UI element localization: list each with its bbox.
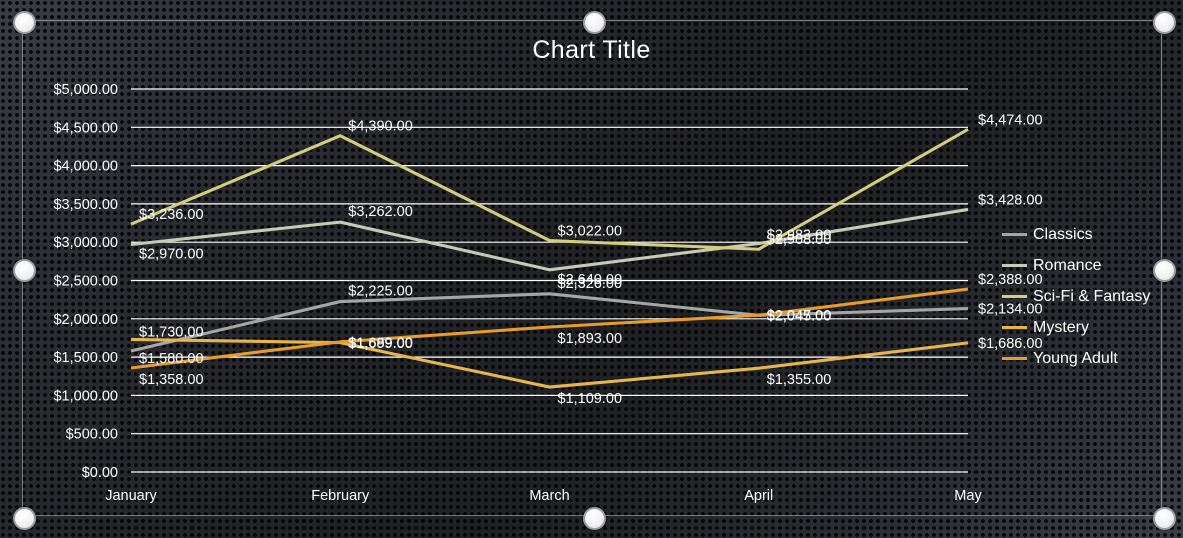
legend-swatch-icon (1002, 326, 1027, 329)
handle-middle-left[interactable] (12, 258, 36, 282)
legend-item-romance[interactable]: Romance (1002, 250, 1174, 281)
handle-bottom-right[interactable] (1152, 506, 1176, 530)
chart-object[interactable]: Chart Title $5,000.00 $4,500.00 $4,000.00 $… (0, 0, 1183, 538)
data-label: $2,970.00 (139, 246, 204, 262)
gridlines-group (131, 88, 968, 473)
data-label: $3,022.00 (558, 224, 623, 240)
data-labels-group: $1,580.00$2,225.00 $2,326.00$2,045.00 $2,1… (139, 112, 1043, 407)
data-label: $3,262.00 (348, 204, 413, 220)
y-axis-tick-label: $2,500.00 (53, 274, 118, 290)
handle-top-center[interactable] (582, 10, 606, 34)
x-axis-tick-labels: January February March April May (105, 488, 982, 504)
legend-item-label: Romance (1033, 256, 1102, 274)
plot-area-wrapper: Chart Title $5,000.00 $4,500.00 $4,000.00 $… (0, 0, 1183, 538)
handle-bottom-left[interactable] (12, 506, 36, 530)
x-axis-tick-label: February (311, 488, 370, 504)
data-label: $2,908.00 (767, 232, 832, 248)
data-label: $2,640.00 (558, 272, 623, 288)
x-axis-tick-label: April (744, 488, 773, 504)
data-label: $2,047.00 (767, 308, 832, 324)
data-label: $1,109.00 (558, 391, 623, 407)
handle-middle-right[interactable] (1152, 258, 1176, 282)
y-axis-tick-label: $4,000.00 (53, 159, 118, 175)
y-axis-tick-label: $3,000.00 (53, 235, 118, 251)
data-label: $3,236.00 (139, 207, 204, 223)
data-label: $1,730.00 (139, 324, 204, 340)
data-label: $1,355.00 (767, 372, 832, 388)
y-axis-tick-label: $500.00 (66, 427, 118, 443)
legend-swatch-icon (1002, 233, 1027, 236)
data-label: $3,428.00 (978, 192, 1043, 208)
legend-item-classics[interactable]: Classics (1002, 219, 1174, 250)
y-axis-tick-label: $3,500.00 (53, 197, 118, 213)
x-axis-tick-label: March (529, 488, 569, 504)
legend-item-label: Mystery (1033, 318, 1089, 336)
data-label: $1,580.00 (139, 351, 204, 367)
legend-item-label: Young Adult (1033, 349, 1118, 367)
chart-legend[interactable]: Classics Romance Sci-Fi & Fantasy Mystery Yo… (1002, 219, 1174, 374)
handle-top-right[interactable] (1152, 10, 1176, 34)
data-label: $1,699.00 (348, 336, 413, 352)
x-axis-tick-label: May (954, 488, 982, 504)
data-label: $4,390.00 (348, 119, 413, 135)
legend-item-label: Classics (1033, 225, 1093, 243)
y-axis-tick-label: $4,500.00 (53, 120, 118, 136)
data-label: $1,358.00 (139, 372, 204, 388)
legend-item-sci-fi-fantasy[interactable]: Sci-Fi & Fantasy (1002, 281, 1174, 312)
series-line-mystery[interactable] (130, 337, 969, 389)
handle-top-left[interactable] (12, 10, 36, 34)
legend-item-mystery[interactable]: Mystery (1002, 312, 1174, 343)
data-label: $1,893.00 (558, 331, 623, 347)
legend-swatch-icon (1002, 357, 1027, 360)
data-label: $4,474.00 (978, 112, 1043, 128)
y-axis-tick-label: $5,000.00 (53, 82, 118, 98)
y-axis-tick-label: $1,000.00 (53, 388, 118, 404)
legend-swatch-icon (1002, 295, 1027, 298)
legend-swatch-icon (1002, 264, 1027, 267)
data-label: $2,225.00 (348, 284, 413, 300)
y-axis-tick-labels: $5,000.00 $4,500.00 $4,000.00 $3,500.00 $3,0… (53, 82, 118, 481)
x-axis-tick-label: January (105, 488, 157, 504)
series-lines-group (130, 127, 969, 389)
series-line-young-adult[interactable] (130, 287, 969, 370)
y-axis-tick-label: $0.00 (82, 465, 118, 481)
handle-bottom-center[interactable] (582, 506, 606, 530)
y-axis-tick-label: $1,500.00 (53, 350, 118, 366)
legend-item-young-adult[interactable]: Young Adult (1002, 343, 1174, 374)
legend-item-label: Sci-Fi & Fantasy (1033, 287, 1151, 305)
y-axis-tick-label: $2,000.00 (53, 312, 118, 328)
